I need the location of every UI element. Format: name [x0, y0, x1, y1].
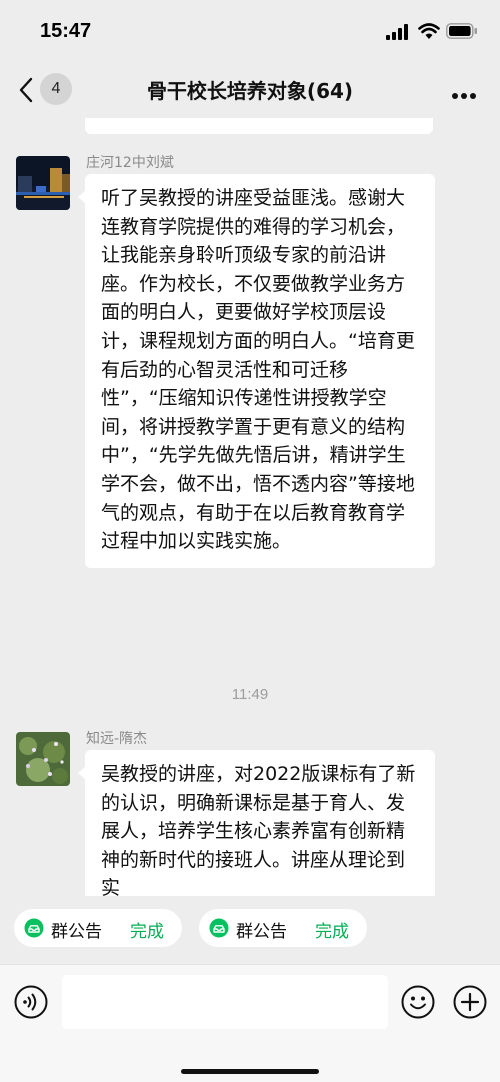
notice-label: 群公告 — [51, 922, 102, 942]
avatar[interactable] — [16, 732, 70, 786]
home-indicator — [181, 1069, 319, 1074]
sender-name: 知远-隋杰 — [86, 731, 148, 747]
wifi-icon — [418, 22, 440, 44]
notice-done-button[interactable]: 完成 — [130, 917, 164, 942]
notice-done-button[interactable]: 完成 — [315, 917, 349, 942]
chat-area[interactable]: 庄河12中刘斌 听了吴教授的讲座受益匪浅。感谢大连教育学院提供的难得的学习机会，… — [0, 118, 500, 896]
group-notice-chip[interactable]: 群公告 完成 — [199, 909, 367, 947]
status-bar: 15:47 — [0, 0, 500, 60]
sender-name: 庄河12中刘斌 — [86, 155, 174, 171]
more-icon[interactable] — [451, 85, 477, 104]
message-bubble[interactable]: 吴教授的讲座，对2022版课标有了新的认识，明确新课标是基于育人、发展人，培养学… — [78, 750, 435, 896]
notice-label: 群公告 — [236, 922, 287, 942]
message-input[interactable] — [62, 975, 388, 1029]
voice-input-icon[interactable] — [14, 985, 48, 1023]
battery-icon — [446, 23, 478, 43]
status-time: 15:47 — [40, 20, 92, 42]
avatar[interactable] — [16, 156, 70, 210]
plus-icon[interactable] — [453, 985, 487, 1023]
previous-message-bubble — [85, 118, 433, 134]
time-divider: 11:49 — [231, 686, 269, 703]
emoji-icon[interactable] — [401, 985, 435, 1023]
group-notice-chip[interactable]: 群公告 完成 — [14, 909, 182, 947]
notice-icon — [24, 918, 44, 942]
nav-bar: 4 骨干校长培养对象(64) — [0, 60, 500, 118]
notice-icon — [209, 918, 229, 942]
input-bar — [0, 964, 500, 1082]
notice-bar: 群公告 完成 群公告 完成 — [0, 896, 500, 964]
message-bubble[interactable]: 听了吴教授的讲座受益匪浅。感谢大连教育学院提供的难得的学习机会，让我能亲身聆听顶… — [78, 174, 435, 568]
signal-icon — [386, 24, 410, 44]
chat-title: 骨干校长培养对象(64) — [146, 79, 354, 103]
